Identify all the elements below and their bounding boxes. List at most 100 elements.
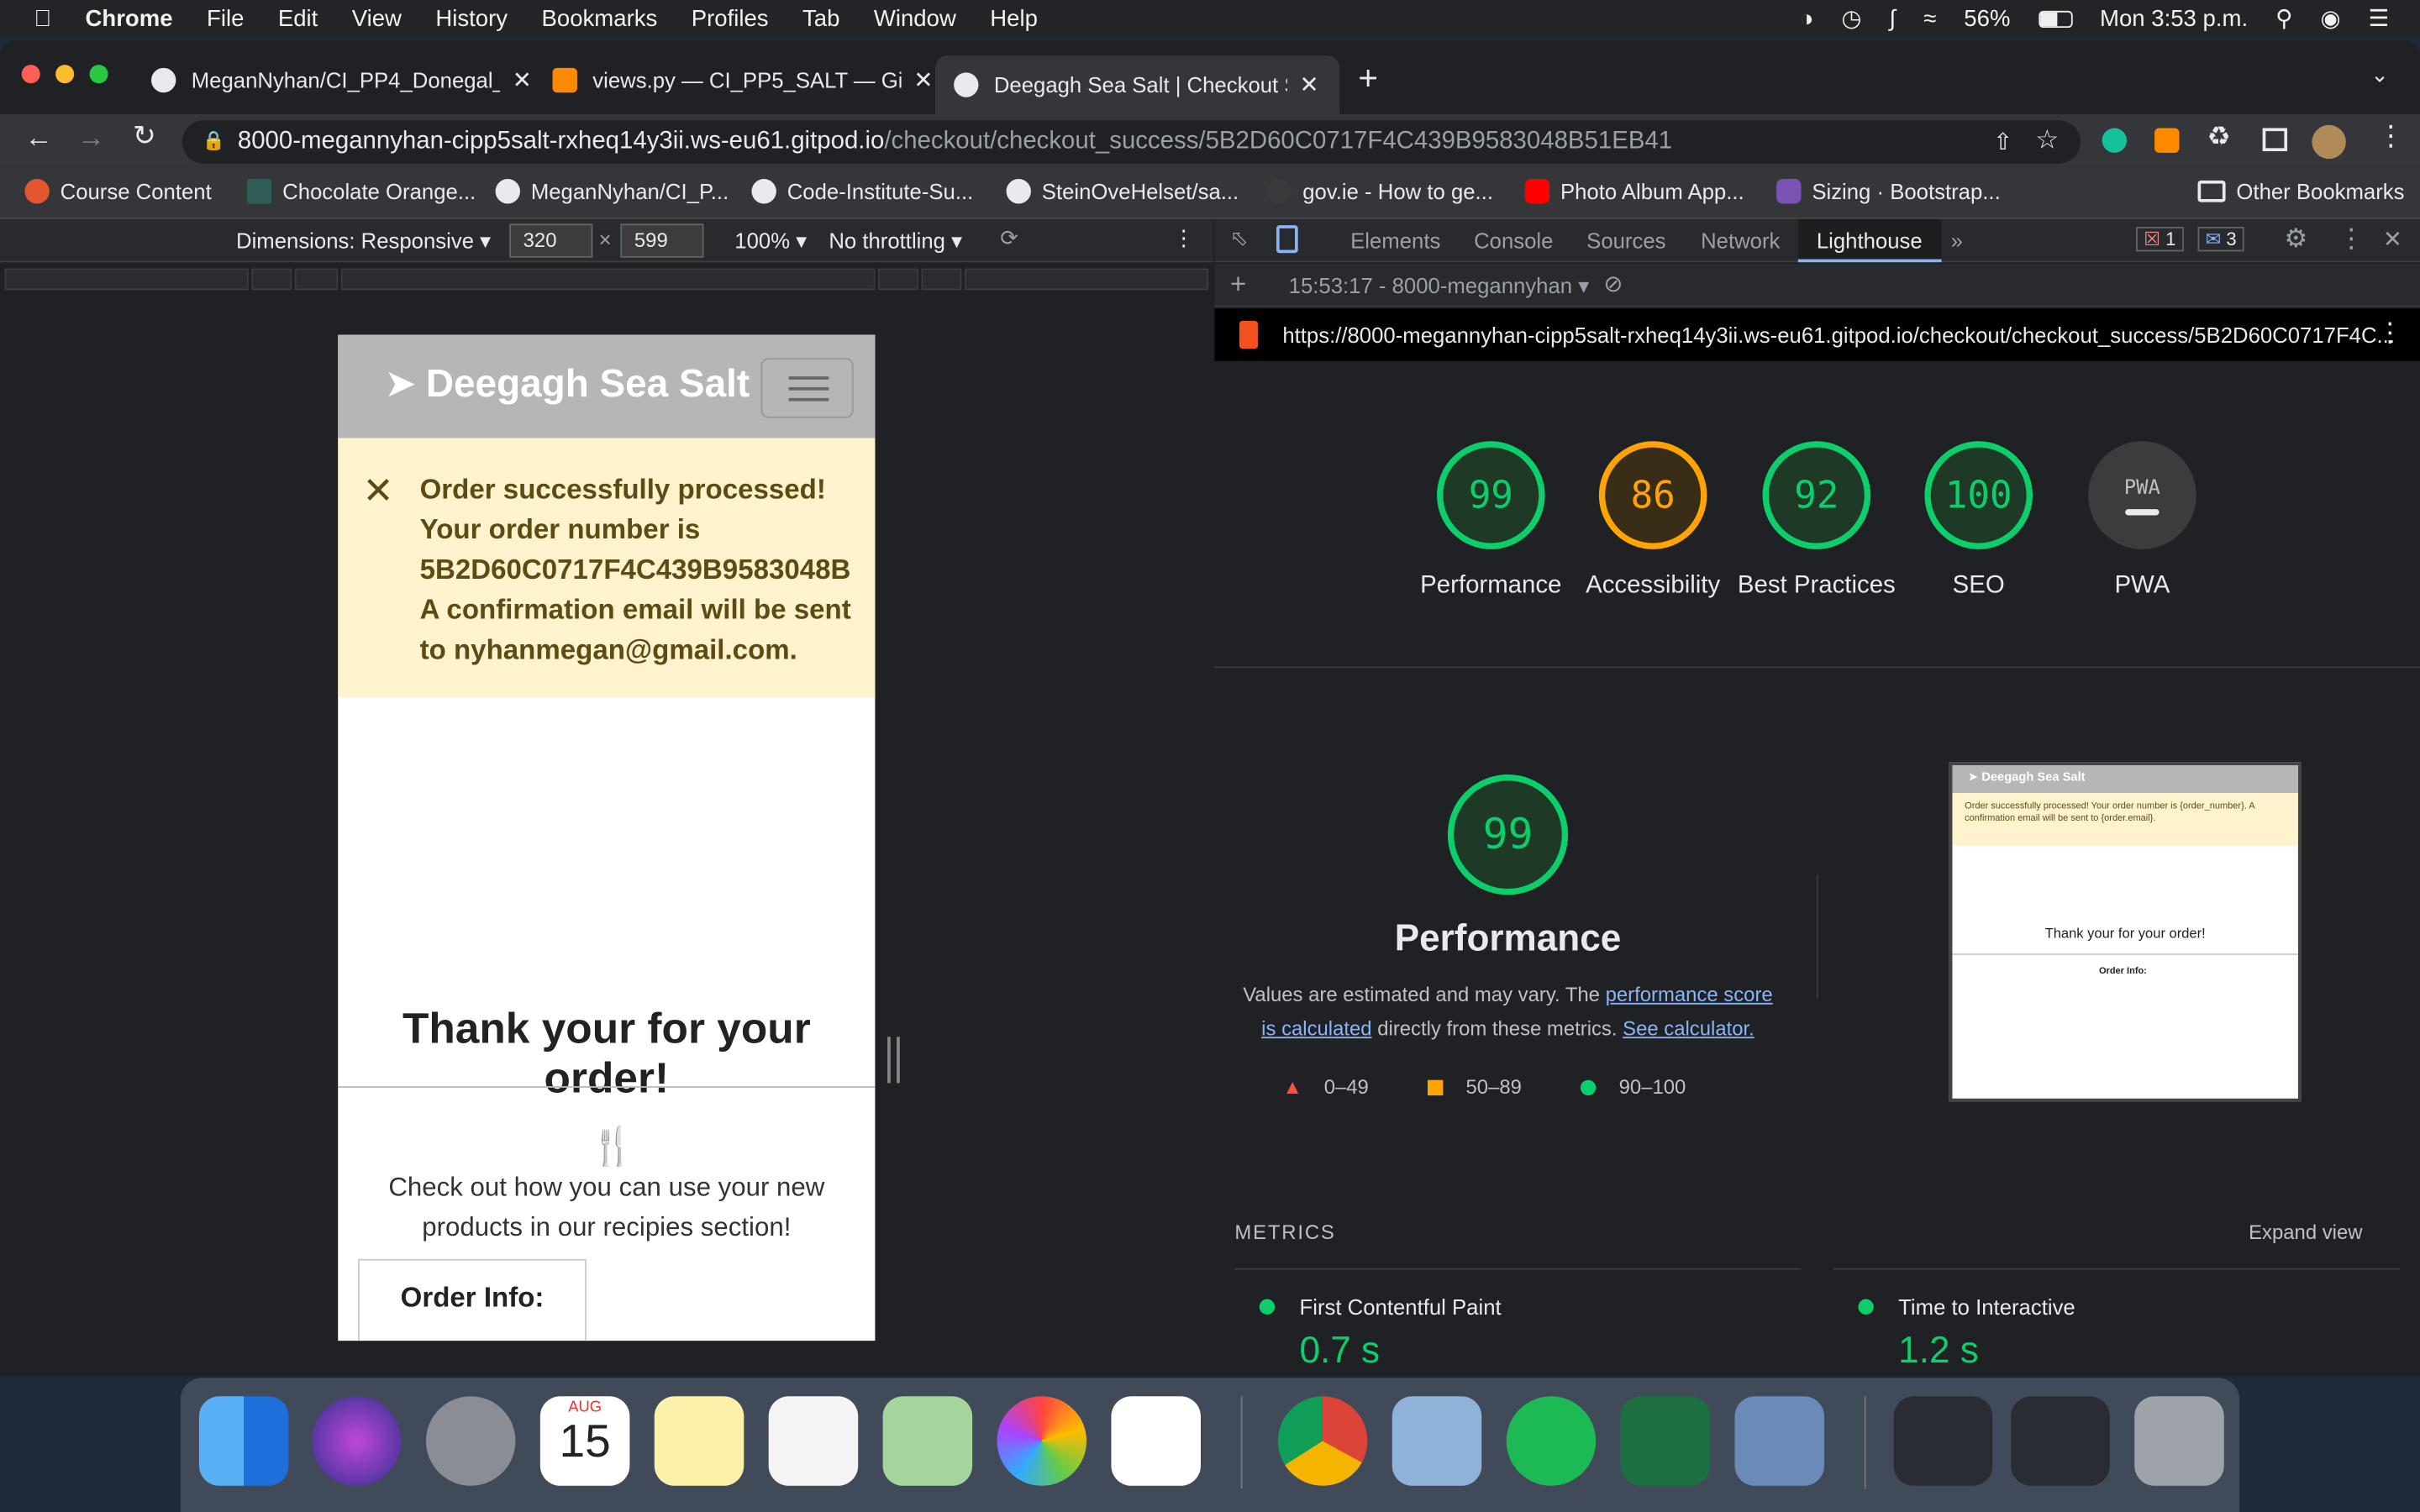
menubar-clock[interactable]: Mon 3:53 p.m. xyxy=(2100,5,2248,31)
finder-icon[interactable] xyxy=(198,1396,289,1486)
tab-elements[interactable]: Elements xyxy=(1350,228,1440,253)
forward-arrow-icon[interactable]: → xyxy=(77,122,105,155)
seo-gauge[interactable]: 100 xyxy=(1924,441,2033,549)
media-query-bar[interactable] xyxy=(4,268,249,291)
battery-icon[interactable] xyxy=(2038,9,2072,28)
close-window-button[interactable] xyxy=(21,65,40,84)
photos-icon[interactable] xyxy=(997,1396,1087,1486)
site-brand[interactable]: ➤ Deegagh Sea Salt xyxy=(384,361,750,407)
bookmark-item[interactable]: SteinOveHelset/sa... xyxy=(1006,179,1239,204)
launchpad-icon[interactable] xyxy=(425,1396,516,1486)
report-menu-icon[interactable]: ⋮ xyxy=(2377,318,2403,349)
tab-sources[interactable]: Sources xyxy=(1586,228,1665,253)
menu-window[interactable]: Window xyxy=(874,5,956,31)
media-query-bar[interactable] xyxy=(964,268,1209,291)
expand-view-button[interactable]: Expand view xyxy=(2249,1221,2362,1244)
creative-cloud-icon[interactable]: ◑ xyxy=(1800,5,1814,31)
bookmark-item[interactable]: gov.ie - How to ge... xyxy=(1266,179,1493,204)
reload-icon[interactable]: ↻ xyxy=(133,120,156,153)
tab-gitpod[interactable]: views.py — CI_PP5_SALT — Gi ✕ xyxy=(534,55,952,105)
navbar-toggler-button[interactable] xyxy=(760,358,854,418)
menu-view[interactable]: View xyxy=(352,5,402,31)
inspect-element-icon[interactable]: ⬁ xyxy=(1230,225,1249,251)
close-devtools-icon[interactable]: ✕ xyxy=(2383,225,2402,253)
media-query-bar[interactable] xyxy=(921,268,962,291)
excel-icon[interactable] xyxy=(1620,1396,1711,1486)
best-practices-gauge[interactable]: 92 xyxy=(1762,441,1871,549)
dimensions-dropdown[interactable]: Dimensions: Responsive ▾ xyxy=(236,228,491,255)
maps-icon[interactable] xyxy=(882,1396,973,1486)
trash-icon[interactable] xyxy=(2134,1396,2224,1486)
bookmark-item[interactable]: Code-Institute-Su... xyxy=(751,179,973,204)
media-query-bar[interactable] xyxy=(340,268,876,291)
close-tab-icon[interactable]: ✕ xyxy=(513,66,532,94)
share-icon[interactable]: ⇧ xyxy=(1993,128,2012,155)
back-arrow-icon[interactable]: ← xyxy=(24,122,52,155)
calendar-icon[interactable]: AUG 15 xyxy=(539,1396,630,1486)
extensions-puzzle-icon[interactable]: ♻ xyxy=(2207,122,2231,153)
wifi-icon[interactable]: ≈ xyxy=(1923,5,1936,31)
gitpod-extension-icon[interactable] xyxy=(2154,128,2180,153)
bluetooth-icon[interactable]: ∫ xyxy=(1890,5,1897,31)
other-bookmarks[interactable]: Other Bookmarks xyxy=(2197,179,2405,203)
zoom-window-button[interactable] xyxy=(89,65,108,84)
final-screenshot-thumbnail[interactable]: ➤ Deegagh Sea Salt Order successfully pr… xyxy=(1949,762,2302,1102)
tab-github[interactable]: MeganNyhan/CI_PP4_Donegal_ ✕ xyxy=(133,55,550,105)
performance-gauge[interactable]: 99 xyxy=(1437,441,1545,549)
settings-gear-icon[interactable]: ⚙ xyxy=(2284,223,2307,255)
time-machine-icon[interactable]: ◷ xyxy=(1841,5,1861,32)
media-query-bar[interactable] xyxy=(251,268,292,291)
close-tab-icon[interactable]: ✕ xyxy=(1300,71,1319,98)
height-input[interactable]: 599 xyxy=(620,223,704,258)
minimize-window-button[interactable] xyxy=(55,65,75,84)
control-center-icon[interactable]: ☰ xyxy=(2369,5,2390,32)
tab-network[interactable]: Network xyxy=(1701,228,1780,253)
report-url[interactable]: https://8000-megannyhan-cipp5salt-rxheq1… xyxy=(1282,323,2395,347)
spotlight-search-icon[interactable]: ⚲ xyxy=(2275,5,2292,32)
slack-icon[interactable] xyxy=(1111,1396,1201,1486)
side-panel-icon[interactable] xyxy=(2262,128,2288,152)
media-query-bar[interactable] xyxy=(294,268,339,291)
battery-percent[interactable]: 56% xyxy=(1964,5,2010,31)
rotate-icon[interactable]: ⟳ xyxy=(1000,225,1018,251)
more-options-icon[interactable]: ⋮ xyxy=(1173,225,1195,251)
bookmark-item[interactable]: Photo Album App... xyxy=(1524,179,1744,204)
new-report-plus-icon[interactable]: + xyxy=(1230,269,1246,302)
menu-help[interactable]: Help xyxy=(990,5,1038,31)
bookmark-item[interactable]: Course Content xyxy=(24,179,212,204)
profile-avatar[interactable] xyxy=(2312,124,2346,160)
resize-handle-right[interactable] xyxy=(887,1037,900,1084)
menu-app-name[interactable]: Chrome xyxy=(85,5,172,31)
grammarly-extension-icon[interactable] xyxy=(2102,128,2128,153)
new-tab-plus-icon[interactable]: + xyxy=(1358,59,1378,99)
siri-icon[interactable]: ◉ xyxy=(2320,5,2340,32)
message-badge[interactable]: ✉ 3 xyxy=(2197,227,2244,252)
clear-reports-icon[interactable]: ⊘ xyxy=(1603,270,1623,297)
menu-history[interactable]: History xyxy=(435,5,508,31)
bookmark-item[interactable]: Chocolate Orange... xyxy=(246,179,476,204)
bookmark-item[interactable]: Sizing · Bootstrap... xyxy=(1776,179,2001,204)
throttling-dropdown[interactable]: No throttling ▾ xyxy=(829,228,962,255)
media-query-bar[interactable] xyxy=(878,268,918,291)
width-input[interactable]: 320 xyxy=(509,223,593,258)
image-capture-icon[interactable] xyxy=(1734,1396,1825,1486)
notes-icon[interactable] xyxy=(654,1396,744,1486)
menu-profiles[interactable]: Profiles xyxy=(692,5,769,31)
see-calculator-link[interactable]: See calculator. xyxy=(1623,1016,1754,1040)
chrome-menu-icon[interactable]: ⋮ xyxy=(2377,120,2405,153)
apple-icon[interactable]:  xyxy=(34,5,51,31)
recipe-link-text[interactable]: Check out how you can use your new produ… xyxy=(369,1168,844,1248)
more-tabs-icon[interactable]: » xyxy=(1951,228,1963,253)
address-bar[interactable]: 🔒 8000-megannyhan-cipp5salt-rxheq14y3ii.… xyxy=(182,120,2081,164)
accessibility-gauge[interactable]: 86 xyxy=(1598,441,1707,549)
lock-icon[interactable]: 🔒 xyxy=(203,129,225,151)
close-tab-icon[interactable]: ✕ xyxy=(913,66,933,94)
menu-tab[interactable]: Tab xyxy=(802,5,839,31)
bookmark-star-icon[interactable]: ☆ xyxy=(2035,125,2059,156)
report-selector[interactable]: 15:53:17 - 8000-megannyhan ▾ xyxy=(1289,273,1589,299)
tab-checkout-active[interactable]: Deegagh Sea Salt | Checkout S ✕ xyxy=(935,55,1340,114)
devtools-menu-icon[interactable]: ⋮ xyxy=(2338,223,2365,255)
menu-file[interactable]: File xyxy=(207,5,244,31)
menu-bookmarks[interactable]: Bookmarks xyxy=(541,5,657,31)
error-badge[interactable]: ☒ 1 xyxy=(2136,227,2184,252)
